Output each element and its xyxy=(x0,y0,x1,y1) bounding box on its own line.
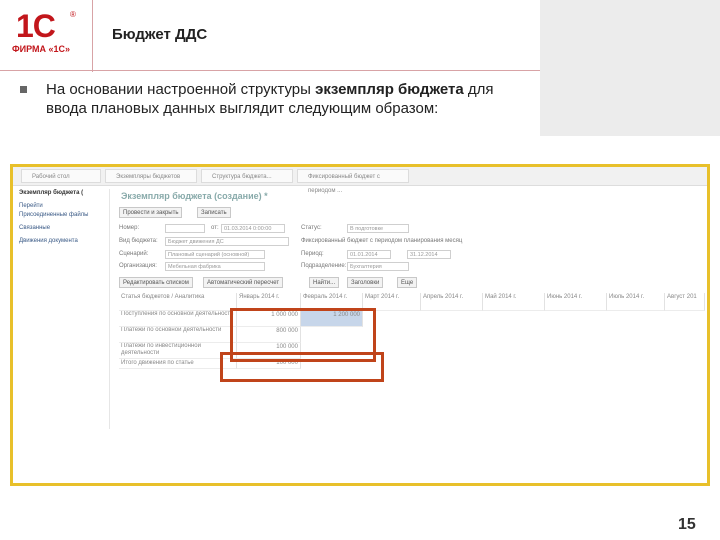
registered-icon: ® xyxy=(70,10,76,19)
scenario-label: Сценарий: xyxy=(119,251,149,257)
number-field[interactable] xyxy=(165,224,205,233)
header-divider-vertical xyxy=(92,0,93,72)
tab-budget-instances[interactable]: Экземпляры бюджетов xyxy=(105,169,197,183)
header-divider-horizontal xyxy=(0,70,540,71)
bullet-text: На основании настроенной структуры экзем… xyxy=(46,80,526,118)
department-field[interactable]: Бухгалтерия xyxy=(347,262,409,271)
logo-1c: 1С ® ФИРМА «1С» xyxy=(10,6,82,56)
budget-type-field[interactable]: Бюджет движения ДС xyxy=(165,237,289,246)
more-button[interactable]: Еще xyxy=(397,277,418,288)
grid-row-label[interactable]: Платежи по основной деятельности xyxy=(119,327,237,343)
post-and-close-button[interactable]: Провести и закрыть xyxy=(119,207,183,218)
headers-button[interactable]: Заголовки xyxy=(347,277,384,288)
period-from-field[interactable]: 01.01.2014 xyxy=(347,250,391,259)
department-label: Подразделение: xyxy=(301,263,347,269)
budget-type-label: Вид бюджета: xyxy=(119,238,158,244)
highlight-box-total xyxy=(220,352,384,382)
form-title: Экземпляр бюджета (создание) * xyxy=(121,191,268,201)
tab-desktop[interactable]: Рабочий стол xyxy=(21,169,101,183)
organization-label: Организация: xyxy=(119,263,157,269)
left-panel-related[interactable]: Связанные xyxy=(19,224,109,233)
bullet-text-part-1: На основании настроенной структуры xyxy=(46,81,316,98)
tab-fixed-budget[interactable]: Фиксированный бюджет с периодом ... xyxy=(297,169,409,194)
date-prefix: от: xyxy=(211,225,219,231)
auto-recalc-button[interactable]: Автоматический пересчет xyxy=(203,277,284,288)
scenario-field[interactable]: Плановый сценарий (основной) xyxy=(165,250,265,259)
find-button[interactable]: Найти... xyxy=(309,277,340,288)
organization-field[interactable]: Мебельная фабрика xyxy=(165,262,265,271)
save-button[interactable]: Записать xyxy=(197,207,231,218)
left-navigation-panel: Экземпляр бюджета ( Перейти Присоединенн… xyxy=(19,189,110,429)
bullet-text-highlight: экземпляр бюджета xyxy=(315,81,464,98)
bullet-icon xyxy=(20,86,27,93)
date-field[interactable]: 01.03.2014 0:00:00 xyxy=(221,224,285,233)
left-panel-go[interactable]: Перейти xyxy=(19,202,109,211)
edit-list-button[interactable]: Редактировать списком xyxy=(119,277,193,288)
slide-title: Бюджет ДДС xyxy=(112,26,208,43)
period-to-field[interactable]: 31.12.2014 xyxy=(407,250,451,259)
status-field[interactable]: В подготовке xyxy=(347,224,409,233)
grid-header-jul: Июль 2014 г. xyxy=(607,293,665,311)
budget-grid: Статья бюджетов / Аналитика Январь 2014 … xyxy=(119,293,705,373)
number-label: Номер: xyxy=(119,225,140,231)
budget-description: Фиксированный бюджет с периодом планиров… xyxy=(301,238,463,244)
grid-header-article: Статья бюджетов / Аналитика xyxy=(119,293,237,311)
period-label: Период: xyxy=(301,251,324,257)
left-panel-movements[interactable]: Движения документа xyxy=(19,237,109,246)
grid-header-apr: Апрель 2014 г. xyxy=(421,293,483,311)
grid-row-label[interactable]: Поступления по основной деятельности xyxy=(119,311,237,327)
left-panel-title: Экземпляр бюджета ( xyxy=(19,190,84,196)
logo-firm-name: ФИРМА «1С» xyxy=(12,44,71,54)
page-number: 15 xyxy=(678,516,696,533)
status-label: Статус: xyxy=(301,225,322,231)
logo-mark: 1С xyxy=(16,8,56,44)
grid-header-jun: Июнь 2014 г. xyxy=(545,293,607,311)
app-tab-bar: Рабочий стол Экземпляры бюджетов Структу… xyxy=(13,167,707,194)
grid-header-may: Май 2014 г. xyxy=(483,293,545,311)
grid-header-aug: Август 201 xyxy=(665,293,705,311)
corner-decoration xyxy=(540,0,720,136)
tab-budget-structure[interactable]: Структура бюджета... xyxy=(201,169,293,183)
left-panel-files[interactable]: Присоединенные файлы xyxy=(19,211,109,220)
